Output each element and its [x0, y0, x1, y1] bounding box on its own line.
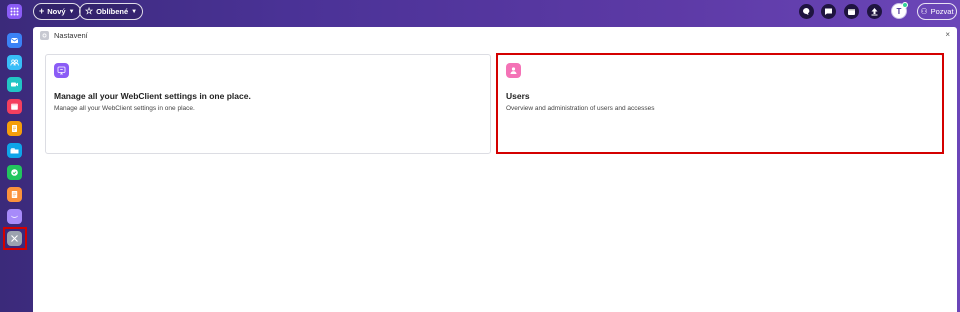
webclient-settings-icon [54, 63, 69, 78]
webclient-settings-card[interactable]: Manage all your WebClient settings in on… [45, 54, 491, 154]
users-card-highlight [496, 53, 944, 154]
notes-icon[interactable] [7, 121, 22, 136]
tasks-icon[interactable] [7, 165, 22, 180]
close-icon[interactable]: × [945, 30, 950, 39]
card-title: Manage all your WebClient settings in on… [54, 91, 251, 101]
card-description: Manage all your WebClient settings in on… [54, 105, 195, 112]
invite-button[interactable]: ⚇ Pozvat [917, 3, 957, 20]
avatar[interactable]: T [891, 2, 908, 19]
chevron-down-icon: ▼ [68, 8, 75, 15]
person-icon: ⚇ [920, 7, 928, 16]
calendar-icon[interactable] [7, 99, 22, 114]
panel-title: Nastavení [54, 31, 88, 40]
contacts-icon[interactable] [7, 55, 22, 70]
avatar-initial: T [896, 6, 902, 16]
chat-bubble-icon[interactable] [799, 4, 814, 19]
new-button-label: Nový [47, 7, 66, 16]
documents-icon[interactable] [7, 187, 22, 202]
top-bar: + Nový ▼ ☆ Oblíbené ▼ T ⚇ Pozvat [0, 0, 960, 24]
star-icon: ☆ [85, 6, 94, 16]
settings-icon [40, 31, 49, 40]
plus-icon: + [39, 6, 45, 16]
message-icon[interactable] [821, 4, 836, 19]
online-status-dot [902, 2, 908, 8]
new-button[interactable]: + Nový ▼ [33, 3, 81, 20]
invite-button-label: Pozvat [930, 7, 954, 16]
drive-icon[interactable] [7, 143, 22, 158]
app-sidebar [0, 24, 33, 312]
panel-header: Nastavení [40, 31, 88, 40]
mail-icon[interactable] [7, 33, 22, 48]
favorites-button-label: Oblíbené [96, 7, 129, 16]
video-icon[interactable] [7, 77, 22, 92]
calendar-small-icon[interactable] [844, 4, 859, 19]
selected-item-highlight [3, 227, 27, 250]
chat-icon[interactable] [7, 209, 22, 224]
chevron-down-icon: ▼ [131, 8, 138, 15]
favorites-button[interactable]: ☆ Oblíbené ▼ [79, 3, 144, 20]
upload-icon[interactable] [867, 4, 882, 19]
app-grid-icon[interactable] [7, 4, 22, 19]
